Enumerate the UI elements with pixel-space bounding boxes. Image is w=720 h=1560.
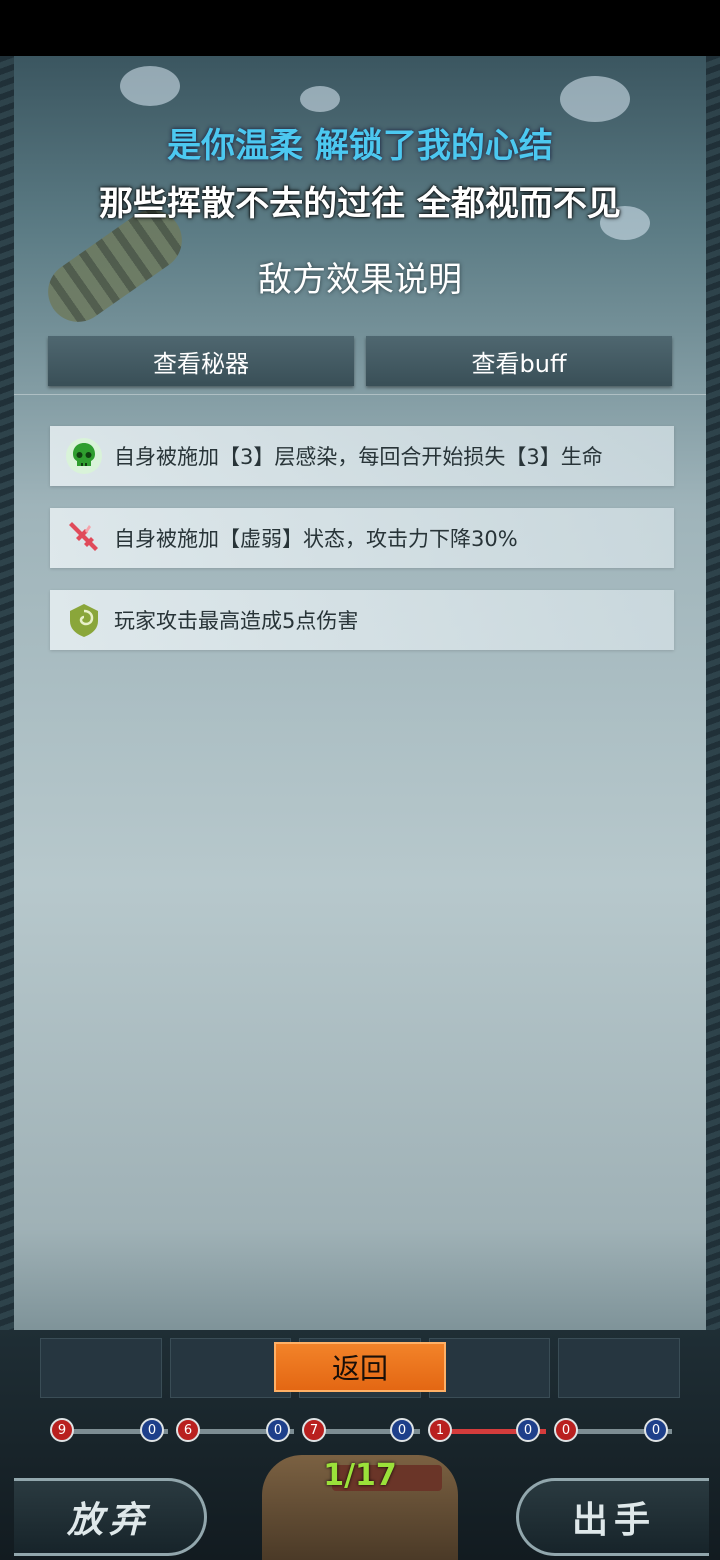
splash-decor xyxy=(300,86,340,112)
gauge-left-value: 7 xyxy=(302,1418,326,1442)
card-slot xyxy=(169,1338,292,1398)
effect-text: 自身被施加【虚弱】状态，攻击力下降30% xyxy=(114,527,518,551)
gauge-right-value: 0 xyxy=(140,1418,164,1442)
panel-title: 敌方效果说明 xyxy=(258,260,462,300)
effect-item: 自身被施加【虚弱】状态，攻击力下降30% xyxy=(50,508,674,568)
splash-decor xyxy=(120,66,180,106)
gauge-right-value: 0 xyxy=(266,1418,290,1442)
divider xyxy=(14,394,706,395)
effect-text: 自身被施加【3】层感染，每回合开始损失【3】生命 xyxy=(114,445,603,469)
gauge-right-value: 0 xyxy=(390,1418,414,1442)
swirl-shield-icon xyxy=(64,600,104,640)
effect-text: 玩家攻击最高造成5点伤害 xyxy=(114,609,359,633)
broken-sword-icon xyxy=(64,518,104,558)
back-button[interactable]: 返回 xyxy=(274,1342,446,1392)
card-slot xyxy=(428,1338,551,1398)
tab-view-buffs[interactable]: 查看buff xyxy=(366,336,672,386)
gauge-left-value: 9 xyxy=(50,1418,74,1442)
effect-item: 自身被施加【3】层感染，每回合开始损失【3】生命 xyxy=(50,426,674,486)
play-button[interactable]: 出手 xyxy=(516,1478,709,1556)
lyric-line-2: 那些挥散不去的过往 全都视而不见 xyxy=(99,184,621,224)
splash-decor xyxy=(560,76,630,122)
gauge-right-value: 0 xyxy=(516,1418,540,1442)
tab-view-artifacts[interactable]: 查看秘器 xyxy=(48,336,354,386)
gauge-left-value: 0 xyxy=(554,1418,578,1442)
lyric-line-1: 是你温柔 解锁了我的心结 xyxy=(167,126,553,166)
card-slot xyxy=(40,1338,162,1398)
deck-counter: 1/17 xyxy=(323,1458,397,1493)
give-up-button[interactable]: 放弃 xyxy=(14,1478,207,1556)
card-slot xyxy=(558,1338,680,1398)
skull-icon xyxy=(64,436,104,476)
gauge-right-value: 0 xyxy=(644,1418,668,1442)
gauge-left-value: 1 xyxy=(428,1418,452,1442)
gauge-left-value: 6 xyxy=(176,1418,200,1442)
effect-item: 玩家攻击最高造成5点伤害 xyxy=(50,590,674,650)
status-bar xyxy=(0,0,720,56)
